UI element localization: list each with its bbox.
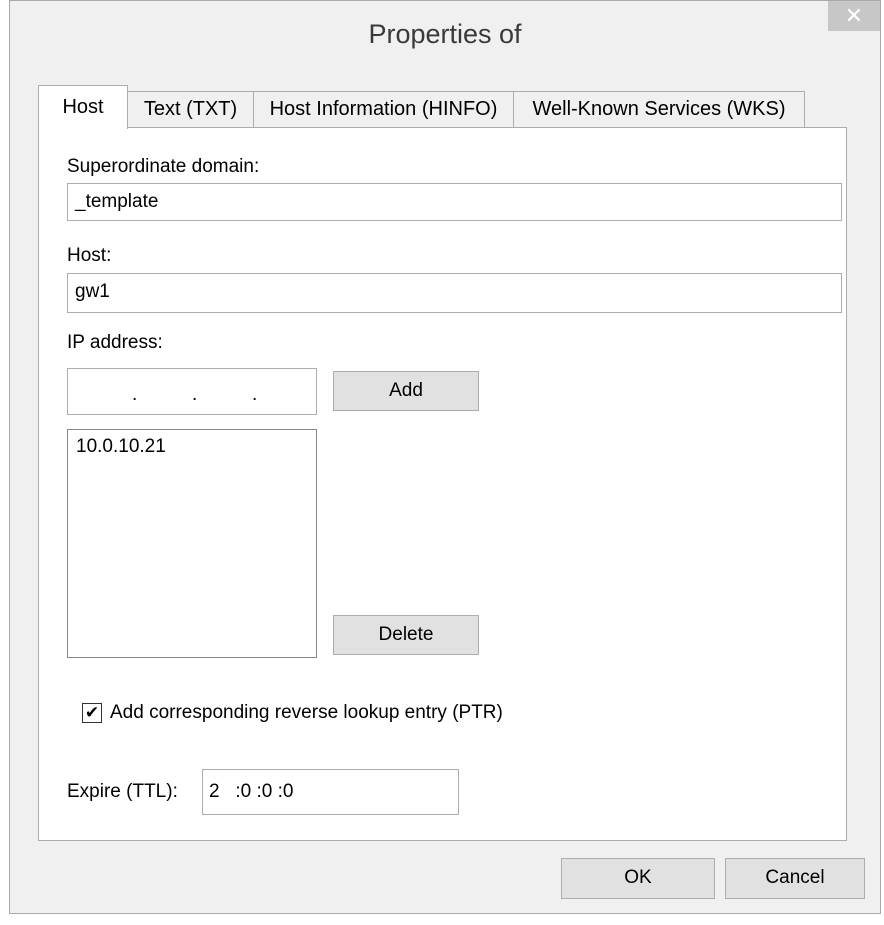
tab-text-txt[interactable]: Text (TXT) (127, 91, 254, 127)
host-field[interactable]: gw1 (67, 273, 842, 313)
expire-ttl-label: Expire (TTL): (67, 781, 178, 802)
reverse-lookup-label[interactable]: Add corresponding reverse lookup entry (… (110, 702, 503, 724)
ip-address-label: IP address: (67, 332, 163, 353)
ip-octet-separator: . (252, 384, 258, 405)
cancel-button[interactable]: Cancel (725, 858, 865, 899)
add-button[interactable]: Add (333, 371, 479, 411)
ip-address-input[interactable]: . . . (67, 368, 317, 415)
properties-dialog: Properties of ✕ Host Text (TXT) Host Inf… (9, 0, 881, 914)
tab-well-known-services-wks[interactable]: Well-Known Services (WKS) (513, 91, 805, 127)
host-tab-panel: Superordinate domain: _template Host: gw… (38, 127, 847, 841)
ip-octet-separator: . (132, 384, 138, 405)
title-bar: Properties of ✕ (10, 1, 880, 83)
tab-host-information-hinfo[interactable]: Host Information (HINFO) (253, 91, 514, 127)
expire-ttl-field[interactable]: 2 :0 :0 :0 (202, 769, 459, 815)
ip-address-list[interactable]: 10.0.10.21 (67, 429, 317, 658)
superordinate-domain-label: Superordinate domain: (67, 156, 260, 177)
tab-host[interactable]: Host (38, 85, 128, 129)
ip-octet-separator: . (192, 384, 198, 405)
delete-button[interactable]: Delete (333, 615, 479, 655)
list-item[interactable]: 10.0.10.21 (76, 436, 166, 458)
ok-button[interactable]: OK (561, 858, 715, 899)
dialog-title: Properties of (368, 19, 522, 49)
reverse-lookup-checkbox[interactable]: ✔ (82, 703, 102, 723)
close-button[interactable]: ✕ (828, 1, 880, 31)
host-label: Host: (67, 245, 112, 266)
superordinate-domain-field[interactable]: _template (67, 183, 842, 221)
